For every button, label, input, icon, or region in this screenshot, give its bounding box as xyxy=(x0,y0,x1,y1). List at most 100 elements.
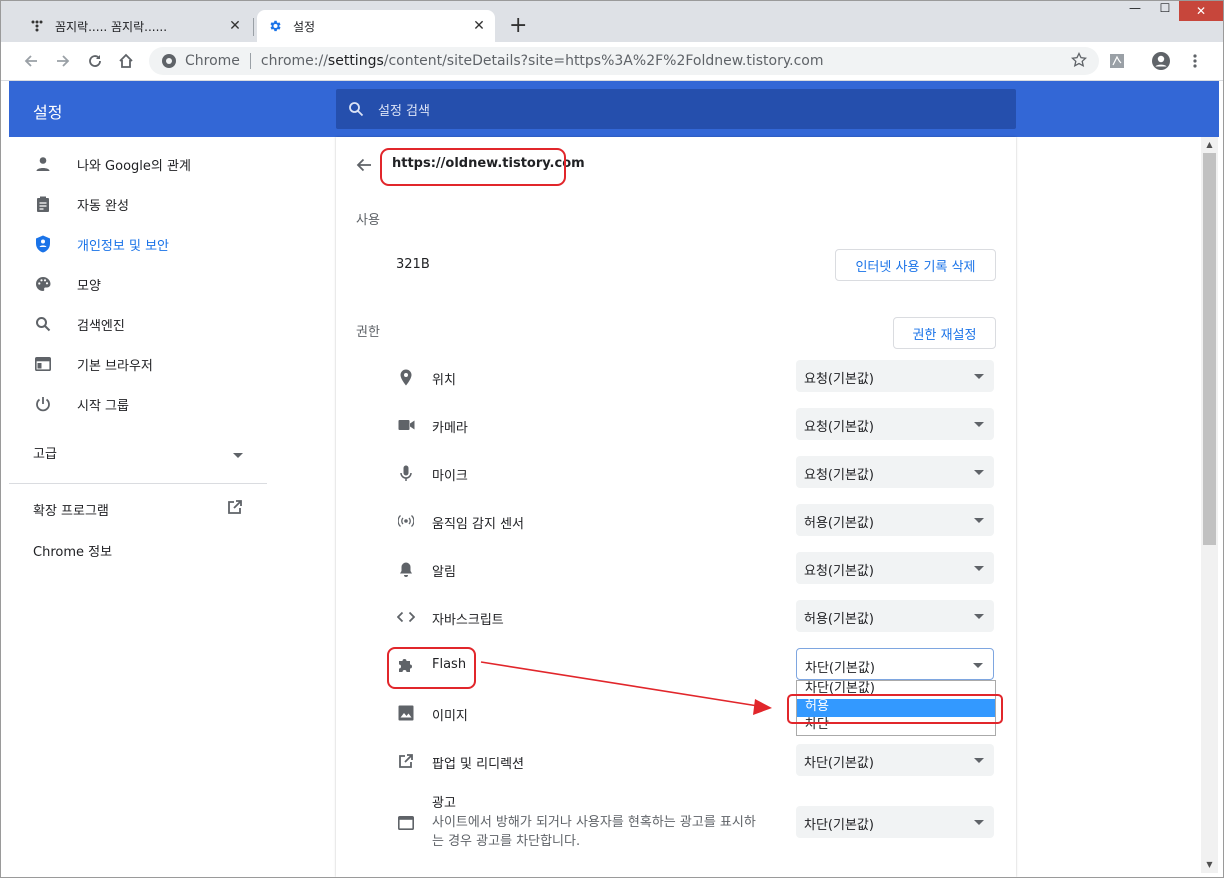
tab-title: 설정 xyxy=(293,19,316,34)
new-tab-button[interactable]: + xyxy=(509,15,527,37)
select-value: 요청(기본값) xyxy=(804,372,874,387)
sidebar-item-about[interactable]: Chrome 정보 xyxy=(33,541,112,560)
home-icon[interactable] xyxy=(116,51,136,71)
kebab-menu-icon[interactable] xyxy=(1185,51,1205,71)
sidebar-item-autofill[interactable]: 자동 완성 xyxy=(9,184,259,224)
pdf-extension-icon[interactable] xyxy=(1107,51,1127,71)
settings-search-input[interactable]: 설정 검색 xyxy=(336,89,1016,129)
omnibox-divider xyxy=(249,53,251,69)
tab-separator xyxy=(253,18,254,36)
sidebar-item-privacy[interactable]: 개인정보 및 보안 xyxy=(9,224,259,264)
profile-avatar-icon[interactable] xyxy=(1151,51,1171,71)
url-highlight-annotation xyxy=(380,148,566,186)
permission-row-popups: 팝업 및 리디렉션 차단(기본값) xyxy=(396,744,996,778)
shield-icon xyxy=(33,234,53,254)
tab-title: 꼼지락..... 꼼지락...... xyxy=(55,19,168,34)
permission-label: 위치 xyxy=(432,373,456,388)
minimize-button[interactable]: — xyxy=(1119,1,1151,21)
site-chip-label: Chrome xyxy=(185,53,240,69)
ads-icon xyxy=(396,813,416,833)
ads-description-line-2: 는 경우 광고를 차단합니다. xyxy=(432,834,581,849)
select-value: 허용(기본값) xyxy=(804,612,874,627)
permission-select-camera[interactable]: 요청(기본값) xyxy=(796,408,994,440)
browser-window: 꼼지락..... 꼼지락...... ✕ 설정 ✕ + — ☐ ✕ Chrome… xyxy=(0,0,1224,878)
allow-highlight-annotation xyxy=(787,694,1003,724)
power-icon xyxy=(33,394,53,414)
url-host: settings xyxy=(327,53,384,69)
sidebar-item-startup[interactable]: 시작 그룹 xyxy=(9,384,259,424)
permission-row-microphone: 마이크 요청(기본값) xyxy=(396,456,996,490)
sidebar-item-extensions[interactable]: 확장 프로그램 xyxy=(33,499,243,519)
sidebar-item-google[interactable]: 나와 Google의 관계 xyxy=(9,144,259,184)
back-arrow-icon[interactable] xyxy=(356,157,372,177)
tab-close-icon[interactable]: ✕ xyxy=(227,18,243,34)
flash-highlight-annotation xyxy=(387,647,476,689)
permission-label: 알림 xyxy=(432,565,456,580)
sidebar-advanced-toggle[interactable]: 고급 xyxy=(33,443,243,463)
select-value: 허용(기본값) xyxy=(804,516,874,531)
palette-icon xyxy=(33,274,53,294)
browser-toolbar: Chrome chrome://settings/content/siteDet… xyxy=(1,42,1223,81)
maximize-button[interactable]: ☐ xyxy=(1151,1,1179,21)
tab-blog[interactable]: 꼼지락..... 꼼지락...... ✕ xyxy=(19,10,251,42)
permissions-heading: 권한 xyxy=(356,325,380,340)
clear-history-button[interactable]: 인터넷 사용 기록 삭제 xyxy=(835,249,996,281)
search-icon xyxy=(33,314,53,334)
sidebar-item-label: 나와 Google의 관계 xyxy=(77,158,191,174)
permission-select-flash[interactable]: 차단(기본값) xyxy=(796,648,994,680)
permission-select-ads[interactable]: 차단(기본값) xyxy=(796,806,994,838)
permission-row-javascript: 자바스크립트 허용(기본값) xyxy=(396,600,996,634)
sidebar-item-appearance[interactable]: 모양 xyxy=(9,264,259,304)
select-value: 차단(기본값) xyxy=(804,818,874,833)
settings-title: 설정 xyxy=(33,103,63,122)
sidebar-item-label: 시작 그룹 xyxy=(77,398,129,414)
sidebar-advanced-label: 고급 xyxy=(33,447,57,462)
ads-description-line-1: 사이트에서 방해가 되거나 사용자를 현혹하는 광고를 표시하 xyxy=(432,815,756,830)
window-close-button[interactable]: ✕ xyxy=(1179,1,1223,21)
bookmark-star-icon[interactable] xyxy=(1070,51,1088,72)
permission-select-microphone[interactable]: 요청(기본값) xyxy=(796,456,994,488)
scroll-down-arrow-icon[interactable]: ▼ xyxy=(1201,857,1218,873)
sidebar-item-default-browser[interactable]: 기본 브라우저 xyxy=(9,344,259,384)
open-external-icon xyxy=(396,751,416,771)
sidebar-item-label: 검색엔진 xyxy=(77,318,125,334)
sidebar-divider xyxy=(9,483,267,484)
bell-icon xyxy=(396,559,416,579)
url-scheme: chrome:// xyxy=(260,53,328,69)
sidebar-item-search-engine[interactable]: 검색엔진 xyxy=(9,304,259,344)
browser-icon xyxy=(33,354,53,374)
ads-title: 광고 xyxy=(432,796,456,811)
tab-settings[interactable]: 설정 ✕ xyxy=(257,10,495,42)
permission-row-motion-sensors: 움직임 감지 센서 허용(기본값) xyxy=(396,504,996,538)
permission-label: 카메라 xyxy=(432,421,468,436)
permission-select-notifications[interactable]: 요청(기본값) xyxy=(796,552,994,584)
chevron-down-icon xyxy=(974,820,984,825)
location-icon xyxy=(396,367,416,387)
sensors-icon xyxy=(396,511,416,531)
permission-select-popups[interactable]: 차단(기본값) xyxy=(796,744,994,776)
permission-row-notifications: 알림 요청(기본값) xyxy=(396,552,996,586)
gear-icon xyxy=(267,18,283,34)
permission-select-motion-sensors[interactable]: 허용(기본값) xyxy=(796,504,994,536)
scroll-up-arrow-icon[interactable]: ▲ xyxy=(1201,137,1218,153)
permission-select-location[interactable]: 요청(기본값) xyxy=(796,360,994,392)
sidebar-item-label: 확장 프로그램 xyxy=(33,503,109,519)
scrollbar-thumb[interactable] xyxy=(1203,153,1216,545)
permission-row-ads: 광고사이트에서 방해가 되거나 사용자를 현혹하는 광고를 표시하는 경우 광고… xyxy=(396,796,996,849)
page-scrollbar[interactable]: ▲ ▼ xyxy=(1201,137,1218,873)
search-icon xyxy=(348,101,364,117)
back-arrow-icon[interactable] xyxy=(21,51,41,71)
permission-label: 광고사이트에서 방해가 되거나 사용자를 현혹하는 광고를 표시하는 경우 광고… xyxy=(432,794,756,851)
site-chip[interactable]: Chrome xyxy=(161,53,240,69)
select-value: 차단(기본값) xyxy=(805,661,875,676)
usage-value: 321B xyxy=(396,257,430,272)
sidebar-item-label: 모양 xyxy=(77,278,101,294)
address-bar[interactable]: Chrome chrome://settings/content/siteDet… xyxy=(149,47,1099,75)
permission-select-javascript[interactable]: 허용(기본값) xyxy=(796,600,994,632)
reset-permissions-button[interactable]: 권한 재설정 xyxy=(893,317,996,349)
select-value: 요청(기본값) xyxy=(804,564,874,579)
tab-close-icon[interactable]: ✕ xyxy=(471,18,487,34)
forward-arrow-icon[interactable] xyxy=(53,51,73,71)
select-value: 요청(기본값) xyxy=(804,420,874,435)
reload-icon[interactable] xyxy=(85,51,105,71)
